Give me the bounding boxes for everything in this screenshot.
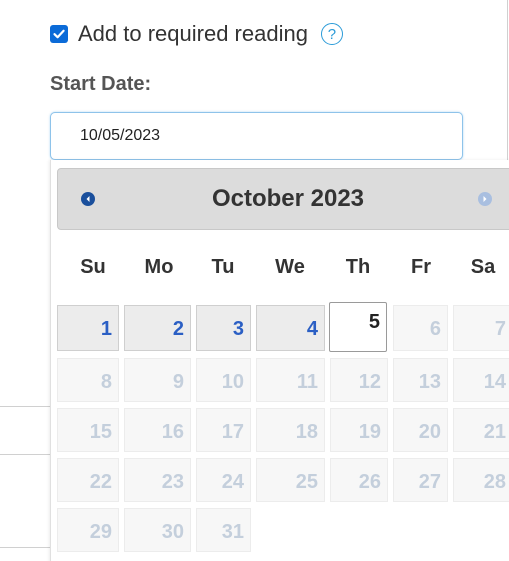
weekday-header: Sa — [470, 256, 496, 278]
calendar-day-disabled: 29 — [57, 508, 119, 552]
calendar-day-disabled: 7 — [453, 305, 509, 351]
calendar-day-disabled: 10 — [196, 358, 251, 402]
calendar-day[interactable]: 1 — [57, 305, 119, 351]
datepicker-header: October 2023 — [57, 168, 509, 230]
calendar-day-disabled: 26 — [330, 458, 388, 502]
datepicker: October 2023 Su Mo Tu We Th Fr Sa 1 2 3 4 5 6 7 8 9 10 1… — [50, 160, 509, 561]
calendar-day[interactable]: 2 — [124, 305, 191, 351]
calendar-day-disabled: 17 — [196, 408, 251, 452]
start-date-input[interactable] — [50, 112, 463, 160]
calendar-day-disabled: 18 — [256, 408, 325, 452]
calendar-day-disabled: 24 — [196, 458, 251, 502]
help-icon[interactable]: ? — [320, 23, 343, 45]
background-divider — [0, 406, 50, 407]
calendar-day-disabled: 11 — [256, 358, 325, 402]
calendar-day-disabled: 31 — [196, 508, 251, 552]
weekday-header: Fr — [411, 256, 431, 278]
calendar-day-disabled: 21 — [453, 408, 509, 452]
month-title: October 2023 — [211, 185, 365, 212]
required-reading-row: Add to required reading ? — [50, 20, 343, 48]
checkmark-icon — [53, 29, 65, 39]
background-divider — [507, 0, 508, 160]
calendar-day-disabled: 22 — [57, 458, 119, 502]
weekday-header: Su — [80, 256, 106, 278]
weekday-header: Mo — [144, 256, 174, 278]
calendar-day-disabled: 30 — [124, 508, 191, 552]
calendar-day-disabled: 15 — [57, 408, 119, 452]
start-date-label: Start Date: — [50, 73, 152, 95]
calendar-day-disabled: 28 — [453, 458, 509, 502]
next-month-button[interactable] — [478, 192, 492, 206]
weekday-header: We — [275, 256, 305, 278]
calendar-day-disabled: 25 — [256, 458, 325, 502]
calendar-day-disabled: 23 — [124, 458, 191, 502]
calendar-day-disabled: 16 — [124, 408, 191, 452]
calendar-day[interactable]: 4 — [256, 305, 325, 351]
calendar-day-disabled: 27 — [393, 458, 448, 502]
background-divider — [0, 547, 50, 548]
calendar-day-disabled: 12 — [330, 358, 388, 402]
weekday-header: Tu — [211, 256, 235, 278]
calendar-day-disabled: 8 — [57, 358, 119, 402]
calendar-day-disabled: 19 — [330, 408, 388, 452]
weekday-header: Th — [345, 256, 371, 278]
required-reading-checkbox[interactable] — [50, 25, 68, 43]
page: Add to required reading ? Start Date: Oc… — [0, 0, 509, 561]
calendar-day-disabled: 6 — [393, 305, 448, 351]
calendar-day-disabled: 9 — [124, 358, 191, 402]
required-reading-label[interactable]: Add to required reading — [78, 21, 308, 47]
background-divider — [0, 454, 50, 455]
calendar-day-disabled: 13 — [393, 358, 448, 402]
calendar-day[interactable]: 3 — [196, 305, 251, 351]
calendar-day-disabled: 20 — [393, 408, 448, 452]
chevron-right-icon — [483, 196, 487, 202]
calendar-day-today[interactable]: 5 — [329, 302, 387, 352]
calendar-day-disabled: 14 — [453, 358, 509, 402]
